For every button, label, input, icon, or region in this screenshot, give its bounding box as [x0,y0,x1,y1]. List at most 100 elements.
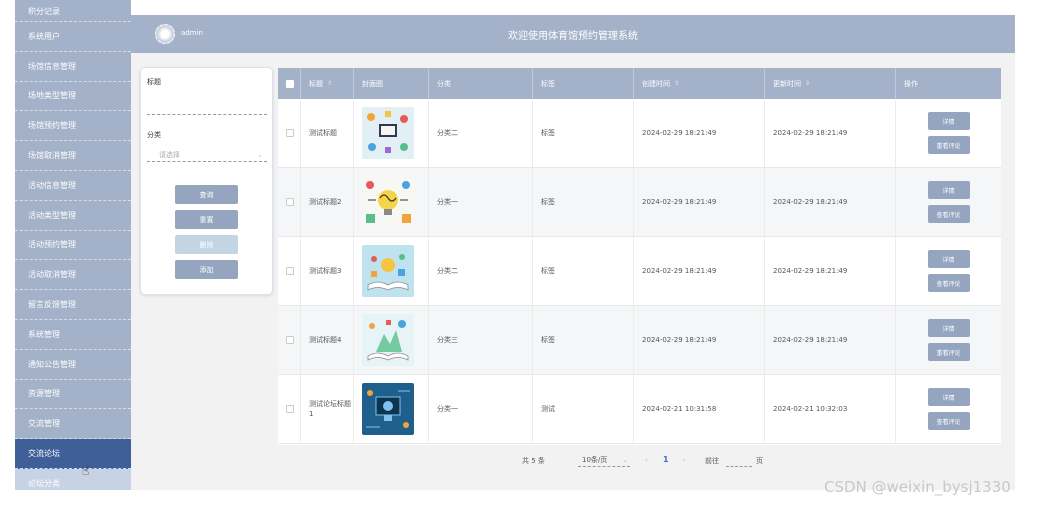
th-category-label: 分类 [437,79,451,88]
sidebar-item-forum-category[interactable]: 论坛分类 [15,468,131,490]
add-button[interactable]: 添加 [175,260,238,279]
row-checkbox[interactable] [286,267,294,275]
data-table: 标题 ⇕ 封面图 分类 标签 创建时间 ⇕ 更新时间 ⇕ 操作 测试标题 分类二… [278,68,1001,445]
th-updated[interactable]: 更新时间 ⇕ [765,68,896,99]
th-updated-label: 更新时间 [773,79,801,88]
cell-category: 分类二 [429,99,533,167]
cell-created: 2024-02-29 18:21:49 [634,237,765,305]
category-placeholder: 请选择 [159,150,180,159]
select-all-checkbox[interactable] [286,79,294,88]
sidebar-item-label: 场馆取消管理 [28,151,76,161]
category-label: 分类 [147,131,161,139]
cover-image[interactable] [362,245,414,297]
detail-button[interactable]: 详情 [927,250,970,268]
watermark: CSDN @weixin_bysj1330 [824,478,1011,496]
view-comments-button[interactable]: 查看评论 [927,205,970,223]
sidebar-item-venue-booking[interactable]: 场馆预约管理 [15,111,131,142]
chevron-down-icon: ⌄ [622,455,628,464]
sidebar-item-resources[interactable]: 资源管理 [15,380,131,410]
cell-category: 分类二 [429,237,533,305]
table-header: 标题 ⇕ 封面图 分类 标签 创建时间 ⇕ 更新时间 ⇕ 操作 [278,68,1001,99]
sidebar-item-venue-cancel[interactable]: 场馆取消管理 [15,141,131,171]
sidebar-item-forum[interactable]: 交流论坛 [15,439,131,469]
cell-title: 测试标题2 [301,168,354,236]
cell-updated: 2024-02-29 18:21:49 [765,168,896,236]
sidebar-item-label: 积分记录 [28,7,60,16]
category-select[interactable]: 请选择 ⌄ [147,148,267,162]
sort-icon[interactable]: ⇕ [805,80,810,87]
sort-icon[interactable]: ⇕ [327,80,332,87]
sidebar-item-label: 系统用户 [28,31,60,41]
cell-updated: 2024-02-29 18:21:49 [765,237,896,305]
detail-button[interactable]: 详情 [927,181,970,199]
cell-updated: 2024-02-29 18:21:49 [765,99,896,167]
cover-image[interactable] [362,176,414,228]
sidebar-item-points[interactable]: 积分记录 [15,0,131,22]
sidebar-item-venue-type[interactable]: 场地类型管理 [15,82,131,112]
cover-image[interactable] [362,314,414,366]
sidebar-item-label: 交流论坛 [28,449,60,459]
view-comments-button[interactable]: 重看评论 [927,343,970,361]
sidebar-item-label: 资源管理 [28,389,60,399]
search-panel: 标题 分类 请选择 ⌄ 查询 重置 删除 添加 [140,67,273,295]
th-tag: 标签 [533,68,634,99]
detail-button[interactable]: 详情 [927,112,970,130]
sidebar-item-activity-type[interactable]: 活动类型管理 [15,201,131,231]
sidebar-item-activity-info[interactable]: 活动信息管理 [15,171,131,201]
detail-button[interactable]: 详情 [927,388,970,406]
page-size-select[interactable]: 10条/页 ⌄ [578,453,630,467]
cell-created: 2024-02-21 10:31:58 [634,375,765,443]
sidebar-item-activity-cancel[interactable]: 活动取消管理 [15,260,131,291]
table-row: 测试标题2 分类一 标签 2024-02-29 18:21:49 2024-02… [278,168,1001,237]
sidebar-item-label: 论坛分类 [28,479,60,489]
cell-actions: 详情 查看评论 [896,375,1001,443]
th-created-label: 创建时间 [642,79,670,88]
detail-button[interactable]: 详情 [927,319,970,337]
current-page[interactable]: 1 [663,455,669,464]
prev-page-icon[interactable]: ‹ [645,456,648,464]
cell-created: 2024-02-29 18:21:49 [634,168,765,236]
cell-tag: 测试 [533,375,634,443]
th-title-label: 标题 [309,79,323,88]
reset-button[interactable]: 重置 [175,210,238,229]
view-comments-button[interactable]: 查看评论 [927,412,970,430]
sidebar-item-exchange[interactable]: 交流管理 [15,409,131,440]
next-page-icon[interactable]: › [683,456,686,464]
sidebar-item-label: 活动预约管理 [28,240,76,250]
title-input[interactable] [147,101,267,115]
sidebar-item-activity-booking[interactable]: 活动预约管理 [15,231,131,261]
goto-page-input[interactable] [726,453,752,467]
sidebar-item-label: 通知公告管理 [28,359,76,369]
table-row: 测试论坛标题1 分类一 测试 2024-02-21 10:31:58 2024-… [278,375,1001,444]
cover-image[interactable] [362,383,414,435]
view-comments-button[interactable]: 重看评论 [927,136,970,154]
sidebar-item-system[interactable]: 系统管理 [15,320,131,350]
th-actions-label: 操作 [904,79,918,88]
table-row: 测试标题 分类二 标签 2024-02-29 18:21:49 2024-02-… [278,99,1001,168]
cell-actions: 详情 查看评论 [896,237,1001,305]
sidebar-item-label: 系统管理 [28,329,60,339]
row-checkbox[interactable] [286,405,294,413]
cell-title: 测试标题 [301,99,354,167]
cell-created: 2024-02-29 18:21:49 [634,99,765,167]
sidebar-item-system-users[interactable]: 系统用户 [15,22,131,52]
th-title[interactable]: 标题 ⇕ [301,68,354,99]
page-title: 欢迎使用体育馆预约管理系统 [508,31,638,42]
row-checkbox[interactable] [286,336,294,344]
sidebar-item-venue-info[interactable]: 场馆信息管理 [15,52,131,82]
sidebar-item-label: 活动类型管理 [28,210,76,220]
row-checkbox[interactable] [286,198,294,206]
query-button[interactable]: 查询 [175,185,238,204]
th-created[interactable]: 创建时间 ⇕ [634,68,765,99]
delete-button[interactable]: 删除 [175,235,238,254]
cell-actions: 详情 查看评论 [896,168,1001,236]
sidebar-item-notice[interactable]: 通知公告管理 [15,350,131,380]
pagination: 共 5 条 10条/页 ⌄ ‹ 1 › 前往 页 [278,453,1001,469]
row-checkbox[interactable] [286,129,294,137]
sort-icon[interactable]: ⇕ [674,80,679,87]
chevron-down-icon: ⌄ [257,150,263,159]
view-comments-button[interactable]: 查看评论 [927,274,970,292]
th-actions: 操作 [896,68,1001,99]
sidebar-item-feedback[interactable]: 留言反馈管理 [15,290,131,320]
cover-image[interactable] [362,107,414,159]
